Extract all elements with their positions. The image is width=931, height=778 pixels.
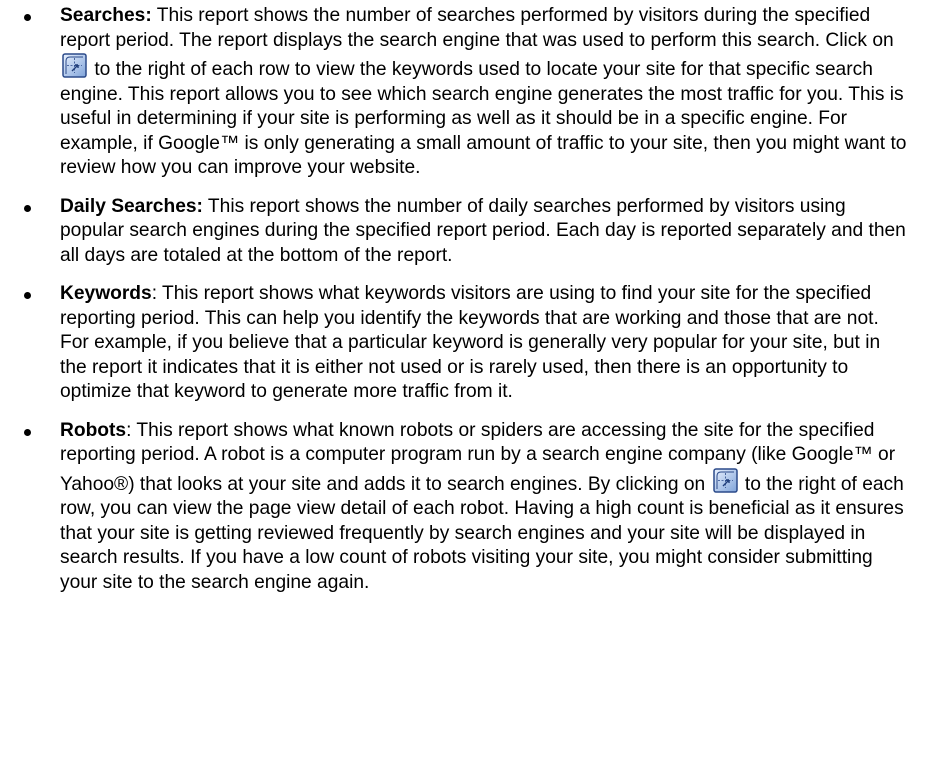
term-label: Robots bbox=[60, 419, 127, 441]
description-text: : This report shows what keywords visito… bbox=[60, 283, 881, 402]
bullet-icon bbox=[24, 204, 31, 212]
description-text: to the right of each row to view the key… bbox=[60, 59, 907, 178]
report-descriptions-list: Searches: This report shows the number o… bbox=[0, 0, 931, 595]
bullet-icon bbox=[24, 428, 31, 436]
drill-down-icon[interactable] bbox=[712, 467, 738, 493]
list-item-searches: Searches: This report shows the number o… bbox=[0, 0, 931, 181]
bullet-icon bbox=[24, 292, 31, 299]
document: Searches: This report shows the number o… bbox=[0, 0, 931, 778]
term-label: Keywords bbox=[60, 283, 152, 304]
term-label: Daily Searches: bbox=[60, 195, 203, 217]
description-text: This report shows the number of searches… bbox=[60, 5, 894, 51]
list-item-daily-searches: Daily Searches: This report shows the nu… bbox=[0, 195, 931, 269]
list-item-keywords: Keywords: This report shows what keyword… bbox=[0, 282, 931, 405]
bullet-icon bbox=[24, 14, 31, 21]
list-item-robots: Robots: This report shows what known rob… bbox=[0, 419, 931, 596]
drill-down-icon[interactable] bbox=[62, 53, 87, 78]
term-label: Searches: bbox=[60, 5, 152, 26]
